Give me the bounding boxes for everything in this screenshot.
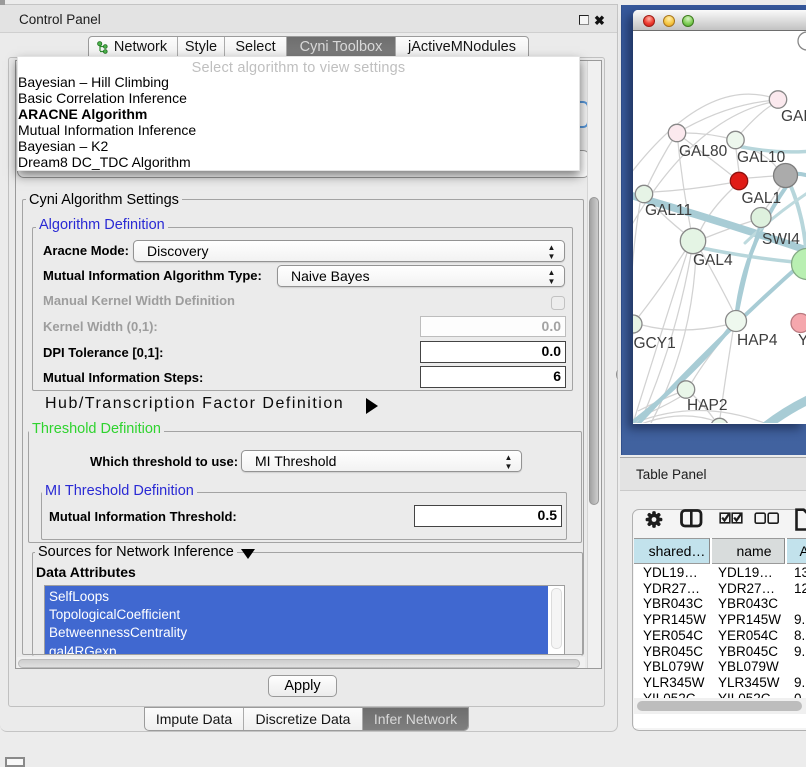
svg-text:GAL2: GAL2 bbox=[781, 108, 806, 125]
svg-text:GCY1: GCY1 bbox=[634, 335, 676, 352]
svg-text:GAL80: GAL80 bbox=[679, 143, 728, 160]
svg-text:GAL1: GAL1 bbox=[742, 190, 782, 207]
svg-text:SWI4: SWI4 bbox=[762, 231, 800, 248]
svg-text:HAP4: HAP4 bbox=[737, 332, 778, 349]
svg-text:HAP2: HAP2 bbox=[687, 397, 728, 414]
svg-text:GAL4: GAL4 bbox=[693, 252, 733, 269]
svg-text:GAL11: GAL11 bbox=[645, 202, 692, 219]
svg-text:YJL21: YJL21 bbox=[798, 332, 806, 349]
svg-text:GAL10: GAL10 bbox=[737, 149, 786, 166]
